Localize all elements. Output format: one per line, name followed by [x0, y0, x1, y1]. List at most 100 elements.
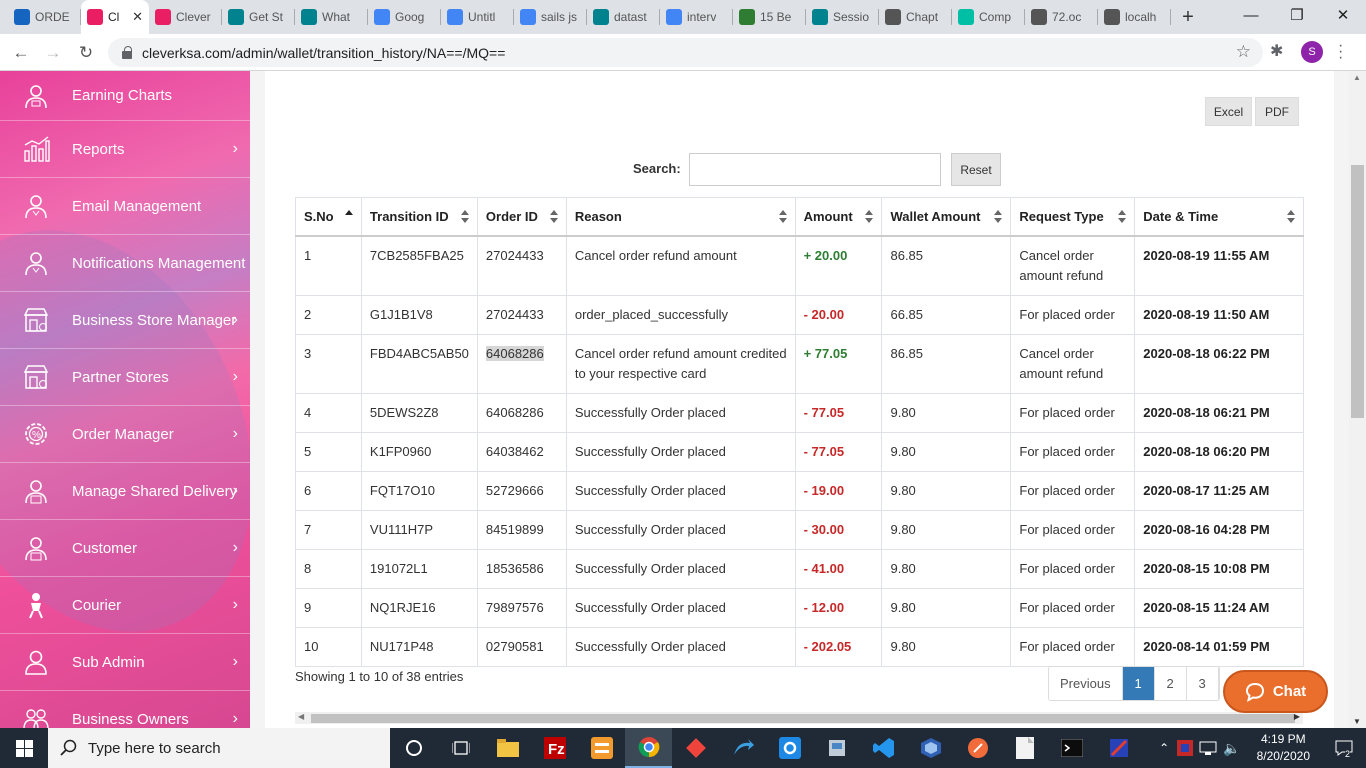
browser-tab[interactable]: Comp [952, 0, 1025, 34]
sidebar-item-manage-shared-delivery[interactable]: Manage Shared Delivery › [0, 463, 250, 520]
minimize-button[interactable]: — [1228, 0, 1274, 30]
bookmark-star-icon[interactable]: ☆ [1236, 42, 1251, 62]
browser-tab[interactable]: Goog [368, 0, 441, 34]
sidebar-item-notifications-management[interactable]: Notifications Management [0, 235, 250, 292]
cortana-icon[interactable] [390, 728, 437, 768]
wallet-amount-cell-value: 86.85 [890, 247, 924, 263]
windows-start-icon[interactable] [0, 728, 48, 768]
browser-tab[interactable]: Sessio [806, 0, 879, 34]
column-header-date-time[interactable]: Date & Time [1134, 197, 1304, 237]
file-explorer-icon[interactable] [484, 728, 531, 768]
vertical-scrollbar[interactable]: ▲ ▼ [1349, 71, 1366, 728]
browser-tab[interactable]: datast [587, 0, 660, 34]
postman-icon[interactable] [954, 728, 1001, 768]
scroll-down-icon[interactable]: ▼ [1353, 717, 1361, 726]
browser-tab[interactable]: Cl ✕ [81, 0, 149, 34]
browser-tab[interactable]: sails js [514, 0, 587, 34]
network-icon[interactable] [1199, 741, 1217, 755]
sidebar-item-order-manager[interactable]: % Order Manager › [0, 406, 250, 463]
sidebar-item-customer[interactable]: Customer › [0, 520, 250, 577]
column-header-reason[interactable]: Reason [565, 197, 796, 237]
browser-tab[interactable]: Chapt [879, 0, 952, 34]
chrome-icon[interactable] [625, 728, 672, 768]
excel-button[interactable]: Excel [1205, 97, 1252, 126]
url-field[interactable]: cleverksa.com/admin/wallet/transition_hi… [108, 38, 1263, 67]
chat-button[interactable]: Chat [1223, 670, 1328, 713]
table-row: 6 FQT17O10 52729666 Successfully Order plac… [295, 470, 1304, 511]
action-center-icon[interactable]: 2 [1322, 728, 1366, 768]
maximize-button[interactable]: ❐ [1274, 0, 1320, 30]
tab-favicon-icon [1104, 9, 1120, 25]
browser-tab[interactable]: ORDE [8, 0, 81, 34]
anydesk-icon[interactable] [672, 728, 719, 768]
paint-icon[interactable] [1095, 728, 1142, 768]
scroll-up-icon[interactable]: ▲ [1353, 73, 1361, 82]
extensions-icon[interactable]: ✱ [1270, 41, 1283, 61]
browser-menu-icon[interactable]: · · · [1338, 38, 1343, 66]
sidebar-item-business-store-manager[interactable]: Business Store Manager › [0, 292, 250, 349]
tab-label: Untitl [468, 10, 496, 24]
page-viewport: Earning Charts Reports › Email Management No… [0, 71, 1366, 728]
main-content: Excel PDF Search: Reset S.No Transition I… [265, 71, 1334, 728]
browser-tab[interactable]: Untitl [441, 0, 514, 34]
horizontal-scroll-thumb[interactable] [311, 714, 1295, 723]
scroll-right-icon[interactable]: ▶ [1294, 712, 1300, 721]
column-header-transition-id[interactable]: Transition ID [360, 197, 478, 237]
clock-time: 4:19 PM [1260, 732, 1306, 746]
robo3t-icon[interactable] [766, 728, 813, 768]
browser-tab[interactable]: localh [1098, 0, 1171, 34]
sidebar-item-business-owners[interactable]: Business Owners › [0, 691, 250, 728]
filezilla-icon[interactable]: Fz [531, 728, 578, 768]
reload-icon[interactable]: ↻ [73, 40, 99, 66]
column-header-wallet-amount[interactable]: Wallet Amount [881, 197, 1012, 237]
browser-tab[interactable]: What [295, 0, 368, 34]
browser-tab[interactable]: interv [660, 0, 733, 34]
reset-button[interactable]: Reset [951, 153, 1001, 186]
sidebar-item-reports[interactable]: Reports › [0, 121, 250, 178]
vscode-icon[interactable] [860, 728, 907, 768]
back-icon[interactable]: ← [8, 40, 34, 66]
new-tab-button[interactable]: + [1171, 0, 1205, 34]
previous-page-button[interactable]: Previous [1049, 667, 1123, 700]
sidebar-item-sub-admin[interactable]: Sub Admin › [0, 634, 250, 691]
virtualbox-icon[interactable] [907, 728, 954, 768]
request-type-cell: Cancel order amount refund [1010, 333, 1136, 394]
sidebar-item-courier[interactable]: Courier › [0, 577, 250, 634]
browser-tab[interactable]: Get St [222, 0, 295, 34]
column-header-amount[interactable]: Amount [794, 197, 883, 237]
deploy-arrow-icon[interactable] [719, 728, 766, 768]
page-1-button[interactable]: 1 [1122, 667, 1155, 700]
profile-avatar[interactable]: S [1301, 41, 1323, 63]
browser-tab[interactable]: 72.oc [1025, 0, 1098, 34]
column-header-request-type[interactable]: Request Type [1010, 197, 1136, 237]
notepad-icon[interactable] [1001, 728, 1048, 768]
sidebar-item-partner-stores[interactable]: Partner Stores › [0, 349, 250, 406]
sidebar-item-earning-charts[interactable]: Earning Charts [0, 71, 250, 121]
terminal-icon[interactable] [1048, 728, 1095, 768]
browser-tab[interactable]: Clever [149, 0, 222, 34]
browser-tab[interactable]: 15 Be [733, 0, 806, 34]
pdf-button[interactable]: PDF [1255, 97, 1299, 126]
taskbar-search-box[interactable]: Type here to search [48, 728, 390, 768]
tab-close-icon[interactable]: ✕ [132, 9, 143, 25]
forward-icon[interactable]: → [40, 40, 66, 66]
taskbar-clock[interactable]: 4:19 PM 8/20/2020 [1257, 731, 1310, 765]
column-header-s-no[interactable]: S.No [295, 197, 362, 237]
tab-label: sails js [541, 10, 578, 24]
task-view-icon[interactable] [437, 728, 484, 768]
volume-icon[interactable]: 🔈 [1223, 740, 1240, 757]
sublime-text-icon[interactable] [578, 728, 625, 768]
page-2-button[interactable]: 2 [1154, 667, 1187, 700]
scroll-left-icon[interactable]: ◀ [298, 712, 304, 721]
page-3-button[interactable]: 3 [1186, 667, 1219, 700]
horizontal-scrollbar[interactable]: ◀ ▶ [295, 712, 1303, 724]
column-header-order-id[interactable]: Order ID [476, 197, 567, 237]
installer-icon[interactable] [813, 728, 860, 768]
tray-overflow-icon[interactable]: ⌃ [1159, 741, 1169, 755]
sidebar-item-email-management[interactable]: Email Management [0, 178, 250, 235]
search-input[interactable] [689, 153, 941, 186]
close-window-button[interactable]: ✕ [1320, 0, 1366, 30]
tray-app-icon[interactable] [1177, 740, 1194, 756]
transition-id-cell-value: NU171P48 [369, 638, 434, 654]
vertical-scroll-thumb[interactable] [1351, 165, 1364, 418]
